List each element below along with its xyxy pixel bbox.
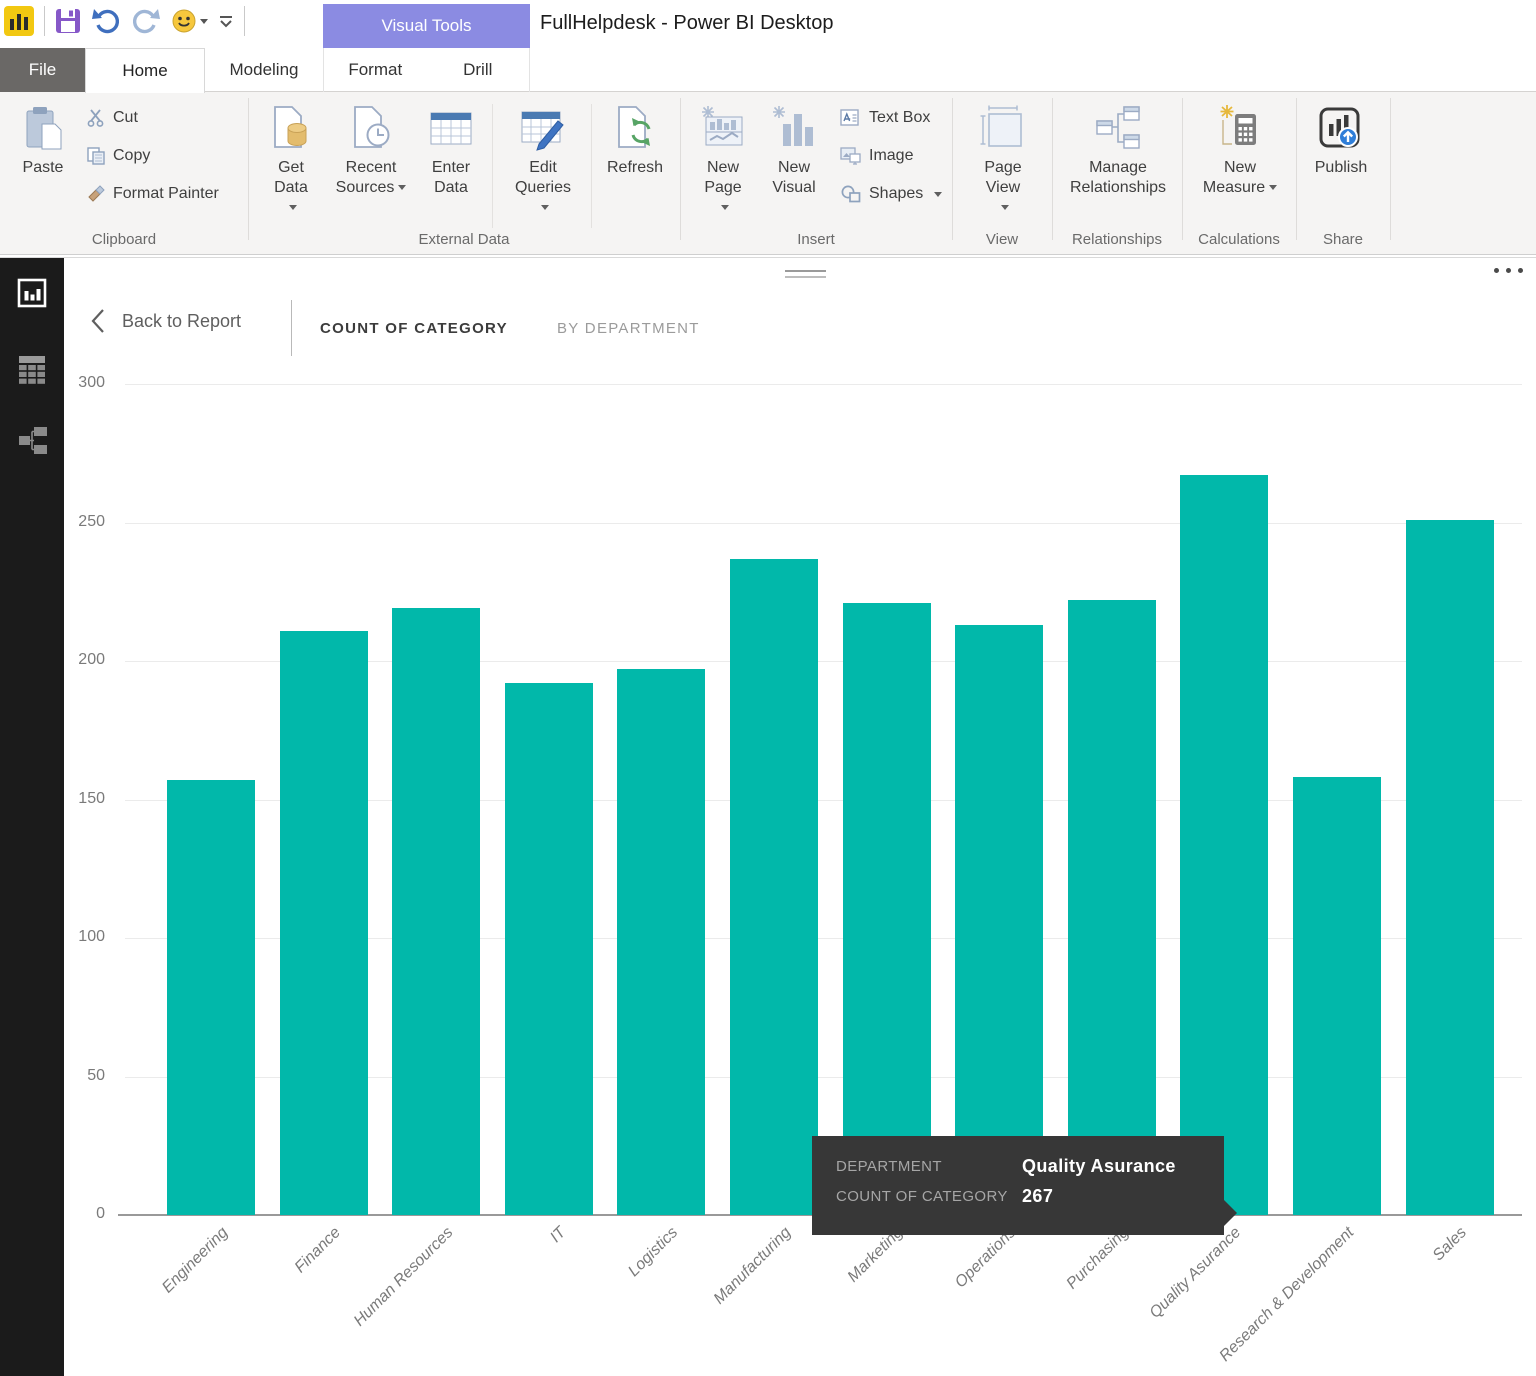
chart-bar[interactable] (280, 631, 368, 1215)
chart-tooltip: DEPARTMENT Quality Asurance COUNT OF CAT… (812, 1136, 1224, 1235)
gridline (125, 384, 1522, 385)
x-axis-label: Logistics (625, 1224, 682, 1281)
x-axis-label: Quality Asurance (1147, 1224, 1245, 1322)
chart-bar[interactable] (617, 669, 705, 1215)
tooltip-label: COUNT OF CATEGORY (836, 1188, 1022, 1207)
tooltip-row: COUNT OF CATEGORY 267 (836, 1188, 1053, 1207)
x-axis-label: IT (547, 1224, 570, 1247)
chart-bar[interactable] (167, 780, 255, 1215)
chart-bar[interactable] (505, 683, 593, 1215)
x-axis-label: Engineering (159, 1224, 232, 1297)
chart-bar[interactable] (392, 608, 480, 1215)
bar-chart: 0 50 100 150 200 250 300 Engineering FinanceHuma… (0, 0, 1536, 1376)
y-axis-tick-label: 300 (40, 374, 105, 392)
x-axis-label: Research & Development (1216, 1224, 1358, 1366)
tooltip-value: Quality Asurance (1022, 1156, 1176, 1177)
y-axis-tick-label: 100 (40, 928, 105, 946)
power-bi-window: Visual Tools FullHelpdesk - Power BI Des… (0, 0, 1536, 1376)
tooltip-value: 267 (1022, 1186, 1053, 1207)
chart-bar[interactable] (1180, 475, 1268, 1215)
chart-bar[interactable] (1406, 520, 1494, 1215)
tooltip-label: DEPARTMENT (836, 1158, 1022, 1177)
y-axis-tick-label: 250 (40, 513, 105, 531)
x-axis-label: Sales (1429, 1224, 1470, 1265)
chart-bar[interactable] (1293, 777, 1381, 1215)
chart-bar[interactable] (955, 625, 1043, 1215)
x-axis-label: Manufacturing (710, 1224, 794, 1308)
tab-home[interactable]: Home (85, 48, 205, 93)
chart-bar[interactable] (1068, 600, 1156, 1215)
y-axis-tick-label: 200 (40, 651, 105, 669)
chart-bar[interactable] (843, 603, 931, 1215)
chart-bar[interactable] (730, 559, 818, 1215)
x-axis-label: Finance (291, 1224, 344, 1277)
y-axis-tick-label: 0 (40, 1205, 105, 1223)
x-axis-label: Human Resources (351, 1224, 457, 1330)
gridline (125, 523, 1522, 524)
y-axis-tick-label: 150 (40, 790, 105, 808)
y-axis-tick-label: 50 (40, 1067, 105, 1085)
tooltip-row: DEPARTMENT Quality Asurance (836, 1158, 1176, 1177)
